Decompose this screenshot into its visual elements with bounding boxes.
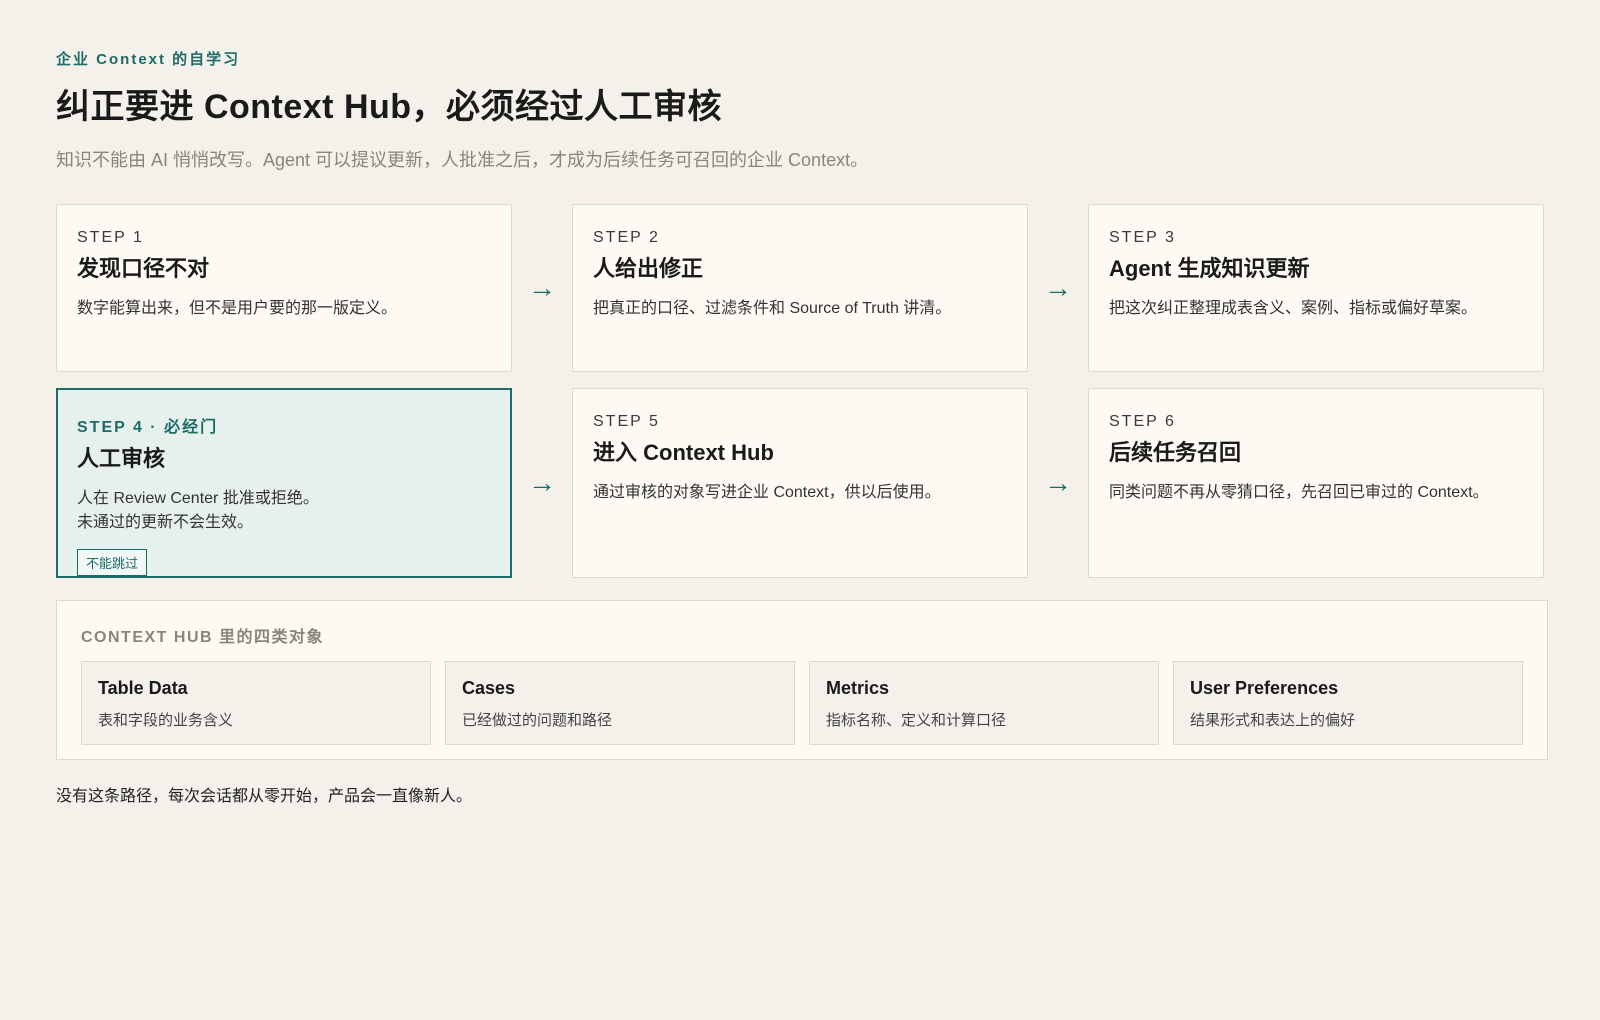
arrow-right-icon: → <box>1044 467 1072 498</box>
object-desc: 已经做过的问题和路径 <box>462 712 613 729</box>
step-card-3: STEP 3 Agent 生成知识更新 把这次纠正整理成表含义、案例、指标或偏好… <box>1088 204 1544 372</box>
hub-object-grid: Table Data 表和字段的业务含义 Cases 已经做过的问题和路径 Me… <box>81 661 1523 745</box>
step-desc: 同类问题不再从零猜口径，先召回已审过的 Context。 <box>1109 484 1489 501</box>
context-hub-panel: CONTEXT HUB 里的四类对象 Table Data 表和字段的业务含义 … <box>56 600 1548 760</box>
object-desc: 表和字段的业务含义 <box>98 712 234 729</box>
object-name: Table Data <box>98 678 188 698</box>
step-title: 人给出修正 <box>593 256 704 281</box>
step-card-1: STEP 1 发现口径不对 数字能算出来，但不是用户要的那一版定义。 <box>56 204 512 372</box>
hub-object-cases: Cases 已经做过的问题和路径 <box>445 661 795 745</box>
page-title: 纠正要进 Context Hub，必须经过人工审核 <box>56 88 723 126</box>
hub-title: CONTEXT HUB 里的四类对象 <box>81 629 325 646</box>
object-name: Metrics <box>826 678 890 698</box>
step-label: STEP 1 <box>77 229 144 246</box>
step-title: 进入 Context Hub <box>593 440 774 465</box>
step-card-5: STEP 5 进入 Context Hub 通过审核的对象写进企业 Contex… <box>572 388 1028 578</box>
object-desc: 指标名称、定义和计算口径 <box>826 712 1007 729</box>
step-card-2: STEP 2 人给出修正 把真正的口径、过滤条件和 Source of Trut… <box>572 204 1028 372</box>
arrow-right-icon: → <box>1044 272 1072 303</box>
footer-note: 没有这条路径，每次会话都从零开始，产品会一直像新人。 <box>56 788 473 805</box>
step-card-6: STEP 6 后续任务召回 同类问题不再从零猜口径，先召回已审过的 Contex… <box>1088 388 1544 578</box>
step-desc: 数字能算出来，但不是用户要的那一版定义。 <box>77 300 398 317</box>
step-label: STEP 3 <box>1109 229 1176 246</box>
step-title: Agent 生成知识更新 <box>1109 256 1310 281</box>
step-label: STEP 4 · 必经门 <box>77 419 219 436</box>
step-desc: 把这次纠正整理成表含义、案例、指标或偏好草案。 <box>1109 300 1478 317</box>
step-title: 人工审核 <box>77 446 166 471</box>
page: 企业 Context 的自学习 纠正要进 Context Hub，必须经过人工审… <box>0 0 1600 1020</box>
hub-object-table-data: Table Data 表和字段的业务含义 <box>81 661 431 745</box>
page-subtitle: 知识不能由 AI 悄悄改写。Agent 可以提议更新，人批准之后，才成为后续任务… <box>56 150 869 170</box>
step-label: STEP 5 <box>593 413 660 430</box>
step-title: 发现口径不对 <box>77 256 210 281</box>
step-label: STEP 2 <box>593 229 660 246</box>
flow-row-2: STEP 4 · 必经门 人工审核 人在 Review Center 批准或拒绝… <box>56 388 1544 578</box>
hub-object-metrics: Metrics 指标名称、定义和计算口径 <box>809 661 1159 745</box>
object-name: User Preferences <box>1190 678 1339 698</box>
step-desc-2: 未通过的更新不会生效。 <box>77 514 254 531</box>
step-card-4-gate: STEP 4 · 必经门 人工审核 人在 Review Center 批准或拒绝… <box>56 388 512 578</box>
arrow-right-icon: → <box>528 467 556 498</box>
step-label: STEP 6 <box>1109 413 1176 430</box>
step-desc: 通过审核的对象写进企业 Context，供以后使用。 <box>593 484 941 501</box>
cannot-skip-badge: 不能跳过 <box>77 549 148 576</box>
step-title: 后续任务召回 <box>1109 440 1242 465</box>
arrow-right-icon: → <box>528 272 556 303</box>
eyebrow: 企业 Context 的自学习 <box>56 51 241 68</box>
object-name: Cases <box>462 678 516 698</box>
flow-row-1: STEP 1 发现口径不对 数字能算出来，但不是用户要的那一版定义。 → STE… <box>56 204 1544 372</box>
hub-object-user-preferences: User Preferences 结果形式和表达上的偏好 <box>1173 661 1523 745</box>
object-desc: 结果形式和表达上的偏好 <box>1190 712 1356 729</box>
step-desc: 人在 Review Center 批准或拒绝。 <box>77 490 319 507</box>
step-desc: 把真正的口径、过滤条件和 Source of Truth 讲清。 <box>593 300 952 317</box>
